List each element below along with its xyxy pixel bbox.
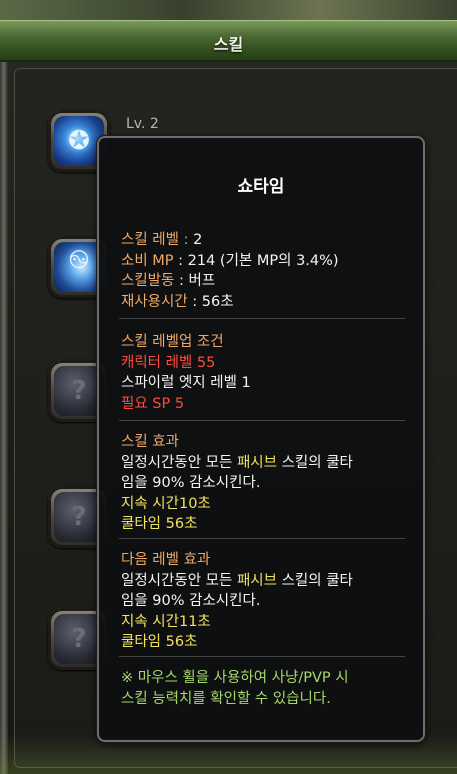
levelup-requirements-section: 스킬 레벨업 조건 캐릭터 레벨 55 스파이럴 엣지 레벨 1 필요 SP 5 [121,332,411,414]
skill-level-value: 2 [193,232,203,248]
required-prerequisite-skill: 스파이럴 엣지 레벨 1 [121,375,251,391]
skill-level-label: Lv. 2 [126,116,159,132]
skill-level-row: 스킬 레벨 : 2 [121,230,411,251]
effect-header: 스킬 효과 [121,434,179,450]
effect-cooldown: 쿨타임 56초 [121,516,198,532]
divider [119,538,405,539]
next-effect-description-line: 임을 90% 감소시킨다. [121,593,261,609]
cooldown-value: : 56초 [187,293,234,310]
skill-info-section: 스킬 레벨 : 2 소비 MP : 214 (기본 MP의 3.4%) 스킬발동… [121,230,411,312]
note-line: 스킬 능력치를 확인할 수 있습니다. [121,690,331,707]
trigger-value: : 버프 [174,273,216,289]
window-title: 스킬 [213,35,244,54]
divider [119,318,405,319]
next-effect-description-line: 일정시간동안 모든 패시브 스킬의 쿨타 [121,572,353,589]
required-character-level: 캐릭터 레벨 55 [121,354,216,371]
required-sp: 필요 SP 5 [121,395,185,412]
divider [119,656,405,657]
skill-tooltip: 쇼타임 스킬 레벨 : 2 소비 MP : 214 (기본 MP의 3.4%) … [97,136,425,742]
effect-description-line: 일정시간동안 모든 패시브 스킬의 쿨타 [121,454,353,471]
game-screen: 스킬 ✪ Lv. 2 ࿊ ? ? ? 쇼타임 스킬 레벨: 2 소비 MP:… [0,0,457,774]
trigger-row: 스킬발동 : 버프 [121,271,411,292]
next-effect-cooldown: 쿨타임 56초 [121,634,198,650]
next-effect-header: 다음 레벨 효과 [121,552,211,568]
effect-description-line: 임을 90% 감소시킨다. [121,475,261,491]
mp-cost-value: : 214 (기본 MP의 3.4%) [173,252,339,269]
passive-keyword: 패시브 [236,454,277,471]
skill-name: 쇼타임 [237,177,285,197]
note-line: ※ 마우스 휠을 사용하여 사냥/PVP 시 [121,670,349,686]
mp-cost-row: 소비 MP : 214 (기본 MP의 3.4%) [121,251,411,272]
requirements-header: 스킬 레벨업 조건 [121,334,224,350]
passive-keyword: 패시브 [236,572,277,589]
cooldown-label: 재사용시간 [121,293,188,310]
trigger-label: 스킬발동 [121,273,175,289]
skill-effect-section: 스킬 효과 일정시간동안 모든 패시브 스킬의 쿨타 임을 90% 감소시킨다.… [121,432,411,535]
divider [119,420,405,421]
next-level-effect-section: 다음 레벨 효과 일정시간동안 모든 패시브 스킬의 쿨타 임을 90% 감소시… [121,550,411,653]
effect-duration: 지속 시간10초 [121,495,211,512]
tooltip-note-section: ※ 마우스 휠을 사용하여 사냥/PVP 시 스킬 능력치를 확인할 수 있습니… [121,668,411,709]
window-frame [0,62,8,774]
background-scene [0,0,457,20]
cooldown-row: 재사용시간 : 56초 [121,292,411,313]
window-titlebar[interactable]: 스킬 [0,20,457,62]
next-effect-duration: 지속 시간11초 [121,613,211,630]
mp-cost-label: 소비 MP [121,252,174,269]
skill-level-label: 스킬 레벨 : [121,232,194,248]
